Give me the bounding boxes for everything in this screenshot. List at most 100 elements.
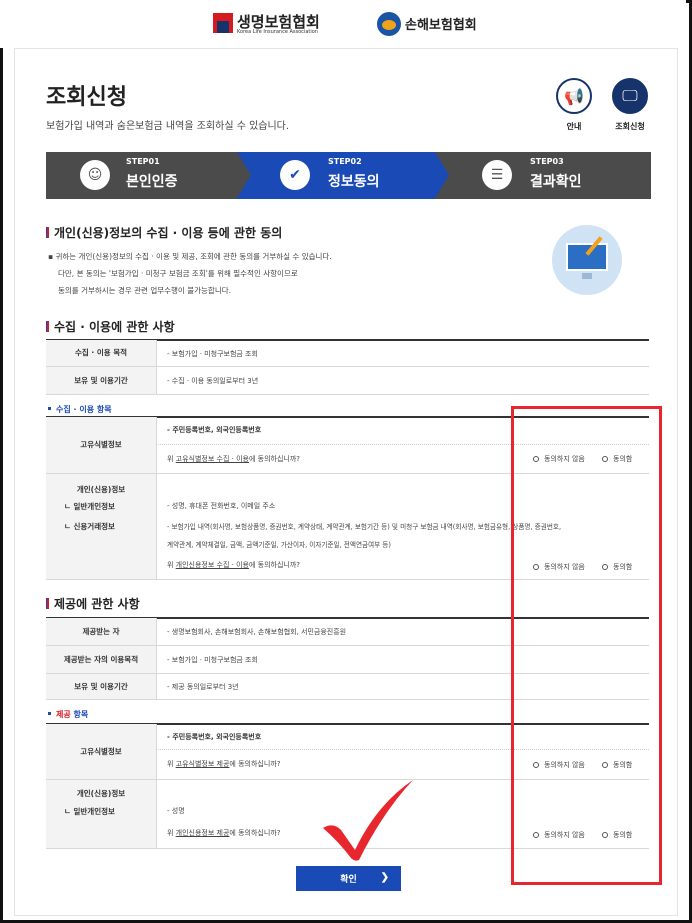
consent-section-title: 개인(신용)정보의 수집 · 이용 등에 관한 동의 [46, 224, 282, 241]
page-title: 조회신청 [46, 85, 127, 110]
divider [156, 618, 157, 699]
provide-retention-value: - 제공 동의일로부터 3년 [167, 683, 239, 691]
q-prefix: 위 [167, 455, 176, 463]
provision-items-title-b: 항목 [70, 710, 89, 719]
flag-icon [46, 321, 49, 332]
step1-num: STEP01 [126, 157, 160, 166]
collection-title-text: 수집 · 이용에 관한 사항 [54, 320, 175, 334]
check-icon: ✔ [280, 160, 310, 190]
retention-header: 보유 및 이용기간 [46, 367, 156, 394]
pi-header-line1: 개인(신용)정보 [76, 789, 126, 798]
q-suffix: 에 동의하십니까? [229, 829, 281, 837]
content-panel: 조회신청 보험가입 내역과 숨은보험금 내역을 조회하실 수 있습니다. 📢 안… [14, 48, 678, 916]
provision-items-title: 제공 항목 [48, 709, 88, 720]
provide-pi-link[interactable]: 개인신용정보 제공 [176, 829, 230, 837]
user-icon: ☺ [80, 160, 110, 190]
collect-pi-header: 개인(신용)정보 ㄴ 일반개인정보 ㄴ 신용거래정보 [46, 474, 156, 579]
step2: ✔ [280, 160, 310, 190]
pi-header-line1: 개인(신용)정보 [76, 485, 126, 494]
collect-id-header: 고유식별정보 [46, 417, 156, 473]
note-line-2: 다만, 본 동의는 '보험가입 · 미청구 보험금 조회'를 위해 필수적인 사… [58, 269, 298, 278]
collect-id-question: 위 고유식별정보 수집 · 이용에 동의하십니까? [167, 454, 300, 464]
provision-title: 제공에 관한 사항 [46, 595, 140, 612]
collect-pi-link[interactable]: 개인신용정보 수집 · 이용 [176, 561, 249, 569]
collect-pi-credit-1: - 보험가입 내역(회사명, 보험상품명, 증권번호, 계약상태, 계약관계, … [167, 523, 562, 531]
collection-title: 수집 · 이용에 관한 사항 [46, 318, 175, 335]
chevron-1 [237, 152, 251, 198]
flag-icon [46, 227, 49, 238]
note-line-1: ▪ 귀하는 개인(신용)정보의 수집 · 이용 및 제공, 조회에 관한 동의를… [48, 252, 332, 261]
pi-header-line2: ㄴ 일반개인정보 [64, 502, 115, 511]
provide-id-question: 위 고유식별정보 제공에 동의하십니까? [167, 759, 280, 769]
q-prefix: 위 [167, 829, 176, 837]
guide-button[interactable]: 📢 [556, 78, 592, 114]
q-suffix: 에 동의하십니까? [229, 760, 281, 768]
life-logo-inner-icon [217, 21, 229, 33]
confirm-label: 확인 [340, 874, 357, 884]
provide-pi-question: 위 개인신용정보 제공에 동의하십니까? [167, 828, 280, 838]
step-progress-bar: ☺ STEP01 본인인증 ✔ STEP02 정보동의 ☰ STEP03 결과확… [46, 152, 651, 199]
pi-header-line3: ㄴ 신용거래정보 [64, 522, 115, 531]
logo-bar: 생명보험협회 Korea Life Insurance Association … [0, 0, 686, 48]
inquiry-label: 조회신청 [615, 122, 645, 131]
chevron-right-icon: ❯ [380, 872, 389, 883]
divider [156, 724, 157, 848]
guide-label: 안내 [566, 122, 582, 131]
chevron-2 [435, 152, 449, 198]
provision-title-text: 제공에 관한 사항 [54, 597, 140, 611]
red-checkmark-icon [323, 780, 413, 861]
confirm-button[interactable]: 확인 ❯ [296, 866, 401, 891]
monitor-illustration-icon [552, 225, 622, 295]
collect-id-items: - 주민등록번호, 외국인등록번호 [167, 426, 262, 434]
life-logo-subtext: Korea Life Insurance Association [237, 29, 318, 35]
recipient-header: 제공받는 자 [46, 618, 156, 645]
megaphone-icon: 📢 [556, 78, 592, 114]
step1: ☺ [80, 160, 110, 190]
nonlife-logo-inner-icon [382, 20, 396, 30]
note-text-1: 귀하는 개인(신용)정보의 수집 · 이용 및 제공, 조회에 관한 동의를 거… [55, 252, 332, 261]
collect-id-link[interactable]: 고유식별정보 수집 · 이용 [176, 455, 249, 463]
page-description: 보험가입 내역과 숨은보험금 내역을 조회하실 수 있습니다. [46, 121, 290, 132]
bullet-icon [48, 712, 51, 715]
purpose-header: 수집 · 이용 목적 [46, 340, 156, 366]
retention-value: - 수집 · 이용 동의일로부터 3년 [167, 377, 259, 385]
provide-pi-general: - 성명 [167, 807, 185, 815]
collection-items-title: 수집 · 이용 항목 [48, 404, 112, 415]
q-prefix: 위 [167, 561, 176, 569]
recipient-purpose-header: 제공받는 자의 이용목적 [46, 646, 156, 673]
q-suffix: 에 동의하십니까? [248, 455, 301, 463]
divider [156, 340, 157, 394]
provide-id-items: - 주민등록번호, 외국인등록번호 [167, 733, 262, 741]
pi-header-line2: ㄴ 일반개인정보 [64, 807, 115, 816]
collection-items-title-text: 수집 · 이용 항목 [56, 405, 112, 414]
step1-label: 본인인증 [126, 174, 178, 190]
q-suffix: 에 동의하십니까? [248, 561, 301, 569]
flag-icon [46, 598, 49, 609]
divider [46, 394, 649, 395]
step3-num: STEP03 [530, 157, 564, 166]
collect-pi-question: 위 개인신용정보 수집 · 이용에 동의하십니까? [167, 560, 300, 570]
inquiry-button[interactable]: 🖵 [612, 78, 648, 114]
nonlife-logo-text: 손해보험협회 [405, 18, 477, 33]
collect-pi-general: - 성명, 휴대폰 전화번호, 이메일 주소 [167, 502, 276, 510]
provision-items-title-a: 제공 [56, 710, 71, 719]
step3-label: 결과확인 [530, 174, 582, 190]
provide-id-link[interactable]: 고유식별정보 제공 [176, 760, 230, 768]
provide-id-header: 고유식별정보 [46, 724, 156, 779]
divider [156, 417, 157, 579]
step2-label: 정보동의 [328, 174, 380, 190]
recipient-value: - 생명보험회사, 손해보험회사, 손해보험협회, 서민금융진흥원 [167, 628, 347, 636]
step3: ☰ [482, 160, 512, 190]
recipient-purpose-value: - 보험가입 · 미청구보험금 조회 [167, 656, 258, 664]
highlight-box [511, 406, 662, 885]
provide-retention-header: 보유 및 이용기간 [46, 674, 156, 699]
provide-pi-header: 개인(신용)정보 ㄴ 일반개인정보 [46, 780, 156, 848]
note-line-3: 동의를 거부하시는 경우 관련 업무수행이 불가능합니다. [58, 286, 232, 295]
bullet-icon [48, 407, 51, 410]
document-icon: ☰ [482, 160, 512, 190]
collect-pi-credit-2: 계약관계, 계약체결일, 금액, 금액기준일, 가산이자, 이자기준일, 전액연… [167, 541, 391, 549]
step2-num: STEP02 [328, 157, 362, 166]
q-prefix: 위 [167, 760, 176, 768]
consent-section-title-text: 개인(신용)정보의 수집 · 이용 등에 관한 동의 [54, 226, 283, 240]
monitor-icon: 🖵 [612, 78, 648, 114]
